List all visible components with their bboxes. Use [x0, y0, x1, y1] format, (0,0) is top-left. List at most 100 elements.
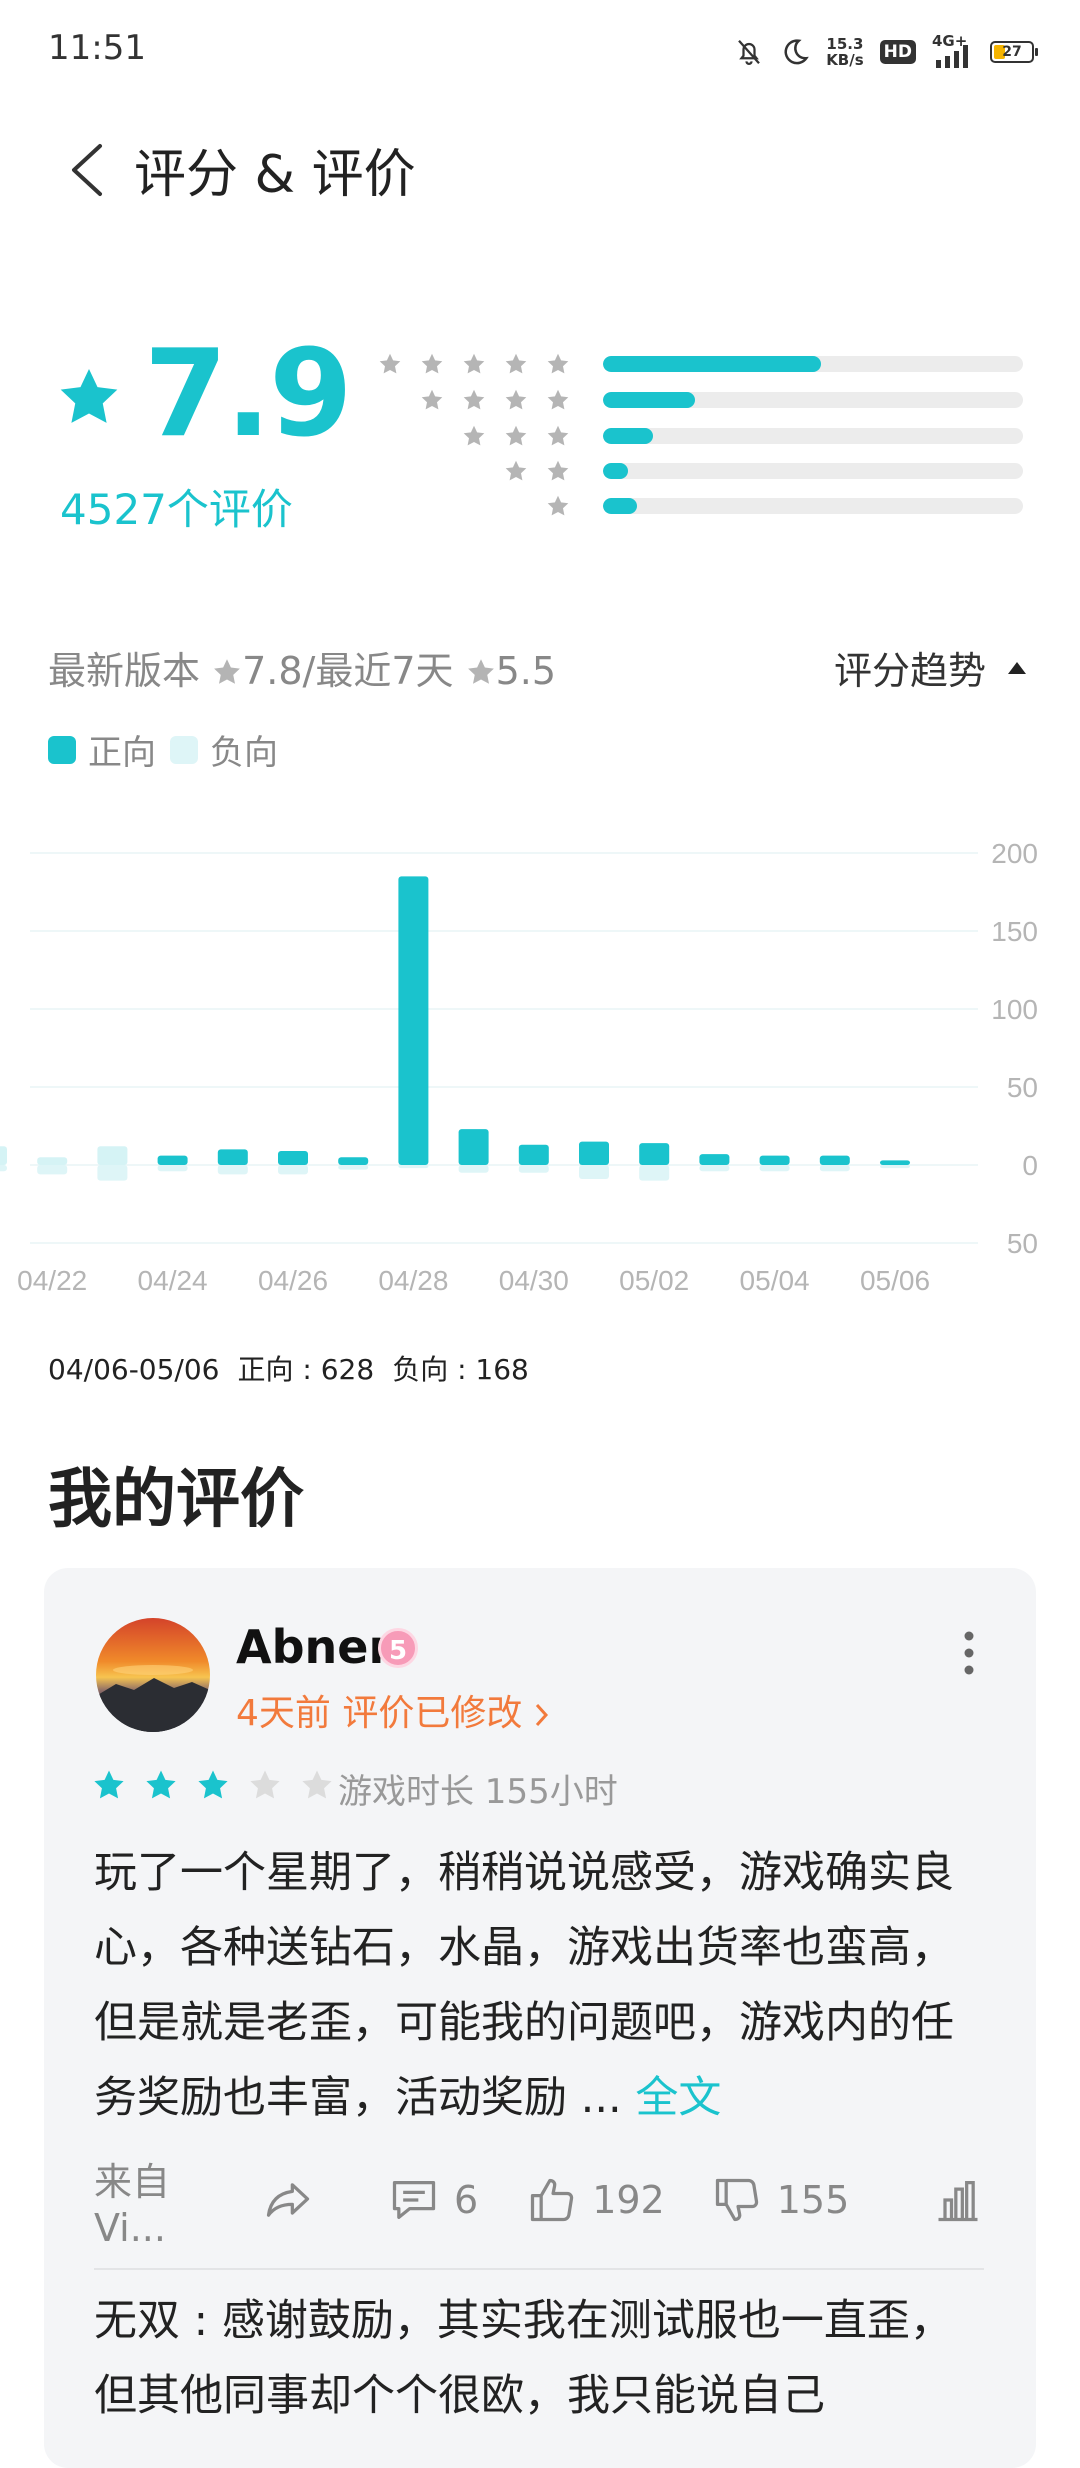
distribution-row-1 — [385, 494, 1025, 518]
review-source: 来自Vi... — [94, 2159, 171, 2250]
negative-bar — [819, 1165, 850, 1172]
distribution-stars — [420, 388, 570, 412]
distribution-stars — [504, 459, 570, 483]
thumbs-up-icon — [531, 2178, 574, 2222]
negative-bar — [458, 1165, 489, 1173]
moon-icon — [784, 39, 809, 65]
signal-icon: 4G+ — [932, 32, 974, 70]
x-tick-label: 04/28 — [378, 1265, 448, 1296]
negative-bar — [157, 1165, 188, 1172]
review-rating-stars — [92, 1768, 334, 1802]
negative-bar — [699, 1165, 730, 1172]
star-icon — [467, 659, 494, 684]
page-title: 评分 & 评价 — [134, 145, 416, 205]
distribution-row-2 — [385, 459, 1025, 483]
chevron-left-icon[interactable] — [60, 140, 110, 200]
y-tick-label: 50 — [1007, 1072, 1038, 1103]
share-button[interactable] — [262, 2174, 314, 2226]
star-icon — [505, 389, 527, 410]
positive-bar — [458, 1129, 489, 1165]
star-icon — [547, 460, 569, 481]
bell-off-icon — [738, 40, 761, 65]
review-text: 玩了一个星期了，稍稍说说感受，游戏确实良心，各种送钻石，水晶，游戏出货率也蛮高，… — [94, 1848, 954, 2123]
positive-bar — [278, 1150, 308, 1165]
negative-bar — [37, 1165, 68, 1175]
positive-bar — [699, 1154, 730, 1165]
y-tick-label: 150 — [991, 916, 1038, 947]
star-icon — [463, 425, 485, 446]
distribution-stars — [378, 352, 570, 376]
caret-up-icon — [1008, 661, 1026, 674]
negative-bar — [338, 1165, 369, 1170]
developer-reply: 无双 : 感谢鼓励，其实我在测试服也一直歪，但其他同事却个个很欧，我只能说自己 — [94, 2296, 953, 2421]
recent-label: /最近7天 — [302, 649, 454, 693]
rating-trend-toggle[interactable]: 评分趋势 — [834, 640, 1028, 695]
positive-bar — [37, 1157, 68, 1165]
distribution-row-3 — [385, 424, 1025, 448]
rating-trend-label: 评分趋势 — [833, 649, 986, 693]
like-button[interactable]: 192 — [526, 2174, 665, 2226]
star-icon — [505, 425, 527, 446]
dislike-count: 155 — [776, 2178, 850, 2222]
legend-negative: 负向 — [170, 725, 278, 774]
x-tick-label: 04/26 — [258, 1265, 328, 1296]
star-icon — [421, 389, 443, 410]
dislike-button[interactable]: 155 — [711, 2174, 850, 2226]
chevron-right-icon — [535, 1703, 548, 1727]
bar-chart-icon — [938, 2181, 978, 2222]
positive-swatch — [48, 735, 76, 764]
playtime: 游戏时长 155小时 — [338, 1772, 618, 1812]
rating-trend-chart: 200 150 100 50 0 50 04/22 04/24 04/26 04/28 04/30 0… — [0, 838, 1038, 1296]
x-tick-label: 04/24 — [138, 1265, 208, 1296]
more-vertical-icon[interactable] — [954, 1628, 984, 1678]
distribution-bar — [603, 392, 1023, 408]
thumbs-down-icon — [715, 2178, 758, 2222]
review-actions: 来自Vi... 6 192 155 — [94, 2160, 984, 2250]
star-icon — [60, 368, 118, 423]
distribution-bar — [603, 356, 1023, 372]
comment-icon — [392, 2181, 436, 2219]
review-meta[interactable]: 4天前 评价已修改 — [236, 1684, 550, 1736]
star-icon — [463, 389, 485, 410]
status-time: 11:51 — [48, 28, 146, 68]
negative-total: 负向 : 168 — [392, 1353, 529, 1386]
star-icon — [547, 425, 569, 446]
star-icon — [463, 353, 485, 374]
negative-bar — [0, 1165, 7, 1172]
stats-button[interactable] — [932, 2174, 984, 2226]
star-icon — [547, 353, 569, 374]
avatar[interactable] — [96, 1618, 210, 1732]
x-tick-label: 04/30 — [499, 1265, 569, 1296]
star-empty-icon — [250, 1770, 280, 1799]
distribution-bar-fill — [603, 498, 637, 514]
negative-swatch — [170, 735, 198, 764]
y-tick-label: 100 — [991, 994, 1038, 1025]
positive-bar — [639, 1143, 670, 1165]
my-review-title: 我的评价 — [48, 1463, 304, 1537]
distribution-bar-fill — [603, 428, 654, 444]
positive-bar — [579, 1141, 609, 1165]
divider — [94, 2268, 984, 2270]
negative-bar — [398, 1165, 429, 1169]
version-rating: 最新版本 7.8/最近7天 5.5 — [48, 640, 556, 695]
y-tick-label: 50 — [1007, 1228, 1038, 1259]
like-count: 192 — [592, 2178, 665, 2222]
star-icon — [214, 659, 240, 684]
comment-count: 6 — [454, 2178, 479, 2222]
reviewer-name[interactable]: Abner — [236, 1620, 391, 1674]
y-tick-label: 0 — [1022, 1150, 1038, 1181]
star-filled-icon — [198, 1770, 228, 1799]
positive-bar — [0, 1146, 7, 1165]
negative-bar — [97, 1165, 128, 1181]
distribution-bar — [603, 463, 1023, 479]
status-icons: 15.3 KB/s HD 4G+ 27 — [734, 30, 1038, 74]
distribution-row-4 — [385, 388, 1025, 412]
star-icon — [505, 460, 527, 481]
y-tick-label: 200 — [991, 838, 1038, 869]
comment-button[interactable]: 6 — [388, 2174, 478, 2226]
latest-version-score: 7.8 — [242, 649, 303, 693]
full-text-link[interactable]: 全文 — [635, 2073, 721, 2123]
star-empty-icon — [302, 1770, 332, 1799]
distribution-row-5 — [379, 352, 1025, 376]
negative-bar — [217, 1165, 248, 1175]
